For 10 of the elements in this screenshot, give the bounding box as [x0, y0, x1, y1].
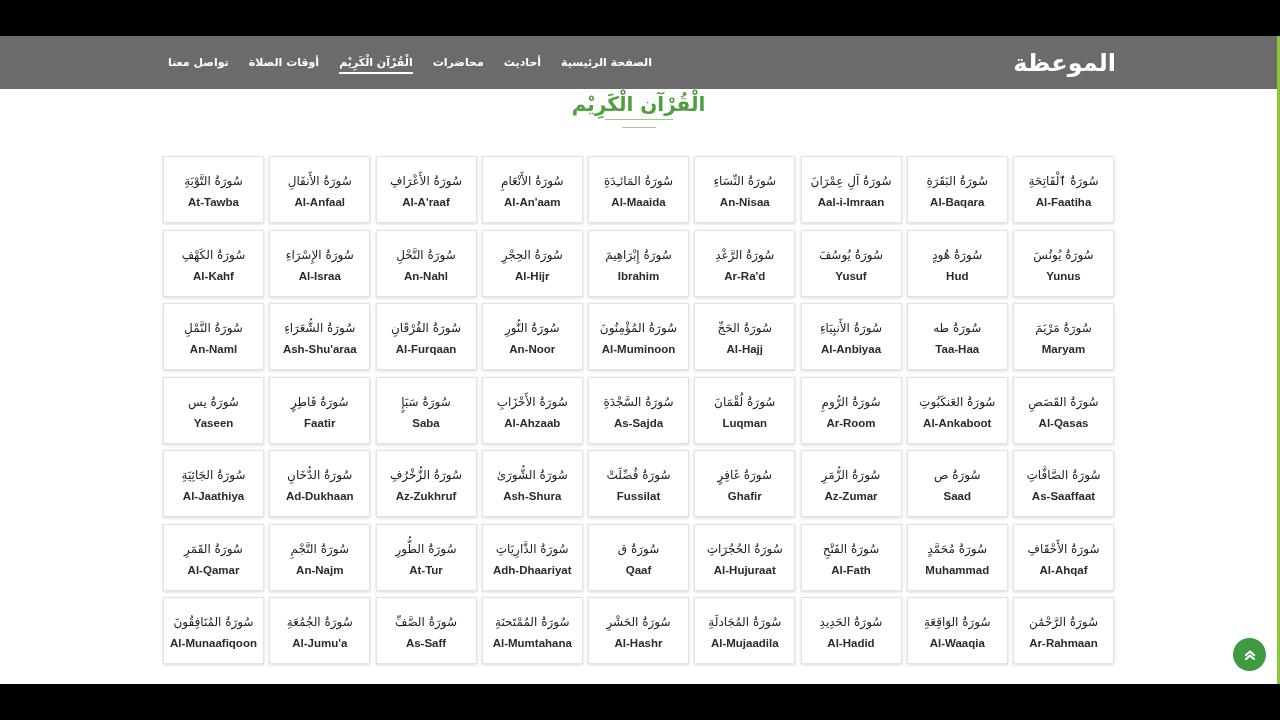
nav-link[interactable]: أحاديث [503, 53, 542, 74]
nav-link[interactable]: محاضرات [432, 53, 484, 74]
double-chevron-up-icon [1243, 648, 1256, 661]
nav-link[interactable]: تواصل معنا [168, 53, 229, 74]
scroll-top-button[interactable] [1233, 638, 1266, 671]
site-logo[interactable]: الموعظة [1013, 47, 1116, 78]
nav-link[interactable]: الْقُرْآن الْكَرِيْم [339, 53, 413, 74]
nav-link[interactable]: أوقات الصلاة [248, 53, 320, 74]
nav-link[interactable]: الصفحة الرئيسية [561, 53, 652, 74]
page-title: الْقُرْآن الْكَرِيْم [571, 91, 706, 117]
